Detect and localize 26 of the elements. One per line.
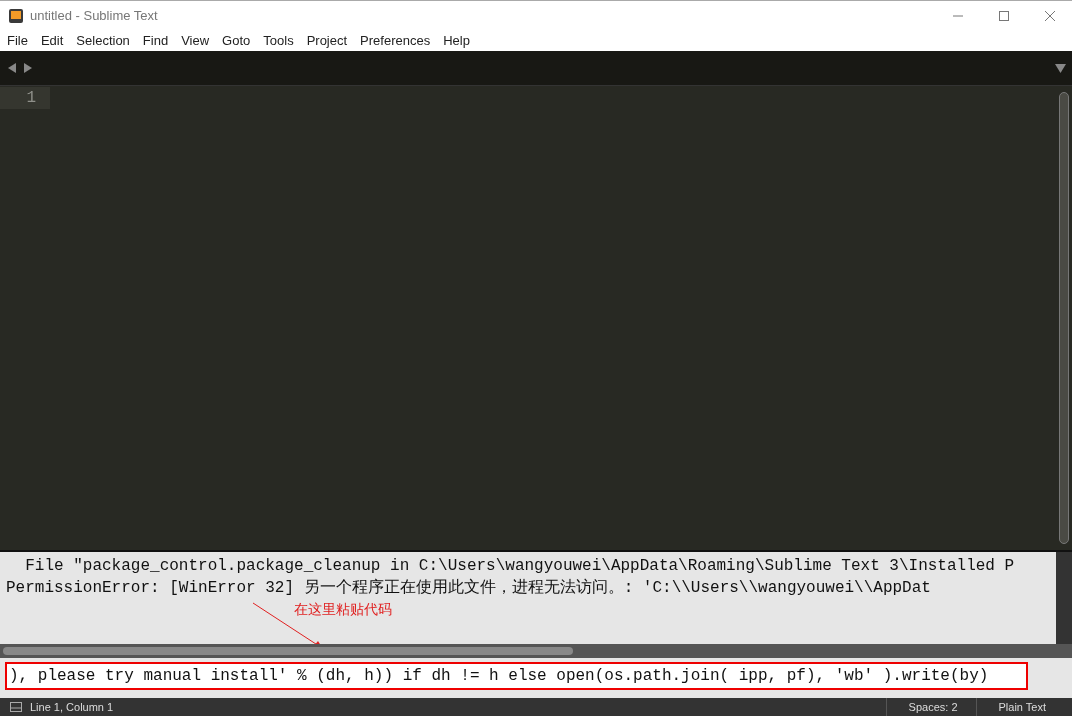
indentation-status[interactable]: Spaces: 2 — [885, 698, 968, 716]
menu-item[interactable]: File — [7, 33, 28, 48]
syntax-status[interactable]: Plain Text — [975, 698, 1072, 716]
dropdown-arrow-icon[interactable] — [1055, 63, 1066, 73]
menu-item[interactable]: Selection — [76, 33, 130, 48]
menu-item[interactable]: Help — [443, 33, 470, 48]
console-input-field[interactable]: ), please try manual install' % (dh, h)) if dh != h else open(os.path.join( ipp, pf), 'wb' ).write(by) — [5, 662, 1028, 690]
panel-toggle-icon[interactable] — [10, 702, 22, 712]
menu-item[interactable]: View — [181, 33, 210, 48]
left-arrow-icon[interactable] — [8, 63, 17, 73]
annotation-label: 在这里粘贴代码 — [294, 601, 392, 619]
app-icon — [8, 7, 24, 24]
console-output-line: PermissionError: [WinError 32] 另一个程序正在使用此文件，进程无法访问。: 'C:\\Users\\wangyouwei\\AppDat — [6, 577, 931, 599]
close-icon[interactable] — [1044, 9, 1056, 22]
console-output-line: File "package_control.package_cleanup in C:\Users\wangyouwei\AppData\Roaming\Sublime Text 3\Installed P — [24, 556, 1015, 577]
menu-item[interactable]: Find — [142, 33, 169, 48]
cursor-position: Line 1, Column 1 — [30, 701, 114, 713]
menu-item[interactable]: Goto — [222, 33, 251, 48]
menu-item[interactable]: Tools — [263, 33, 294, 48]
maximize-icon[interactable] — [998, 9, 1010, 22]
menu-item[interactable]: Preferences — [360, 33, 431, 48]
menu-item[interactable]: Edit — [40, 33, 64, 48]
menu-item[interactable]: Project — [306, 33, 348, 48]
window-title: untitled - Sublime Text — [30, 8, 158, 23]
line-number: 1 — [0, 87, 50, 109]
right-arrow-icon[interactable] — [23, 63, 32, 73]
